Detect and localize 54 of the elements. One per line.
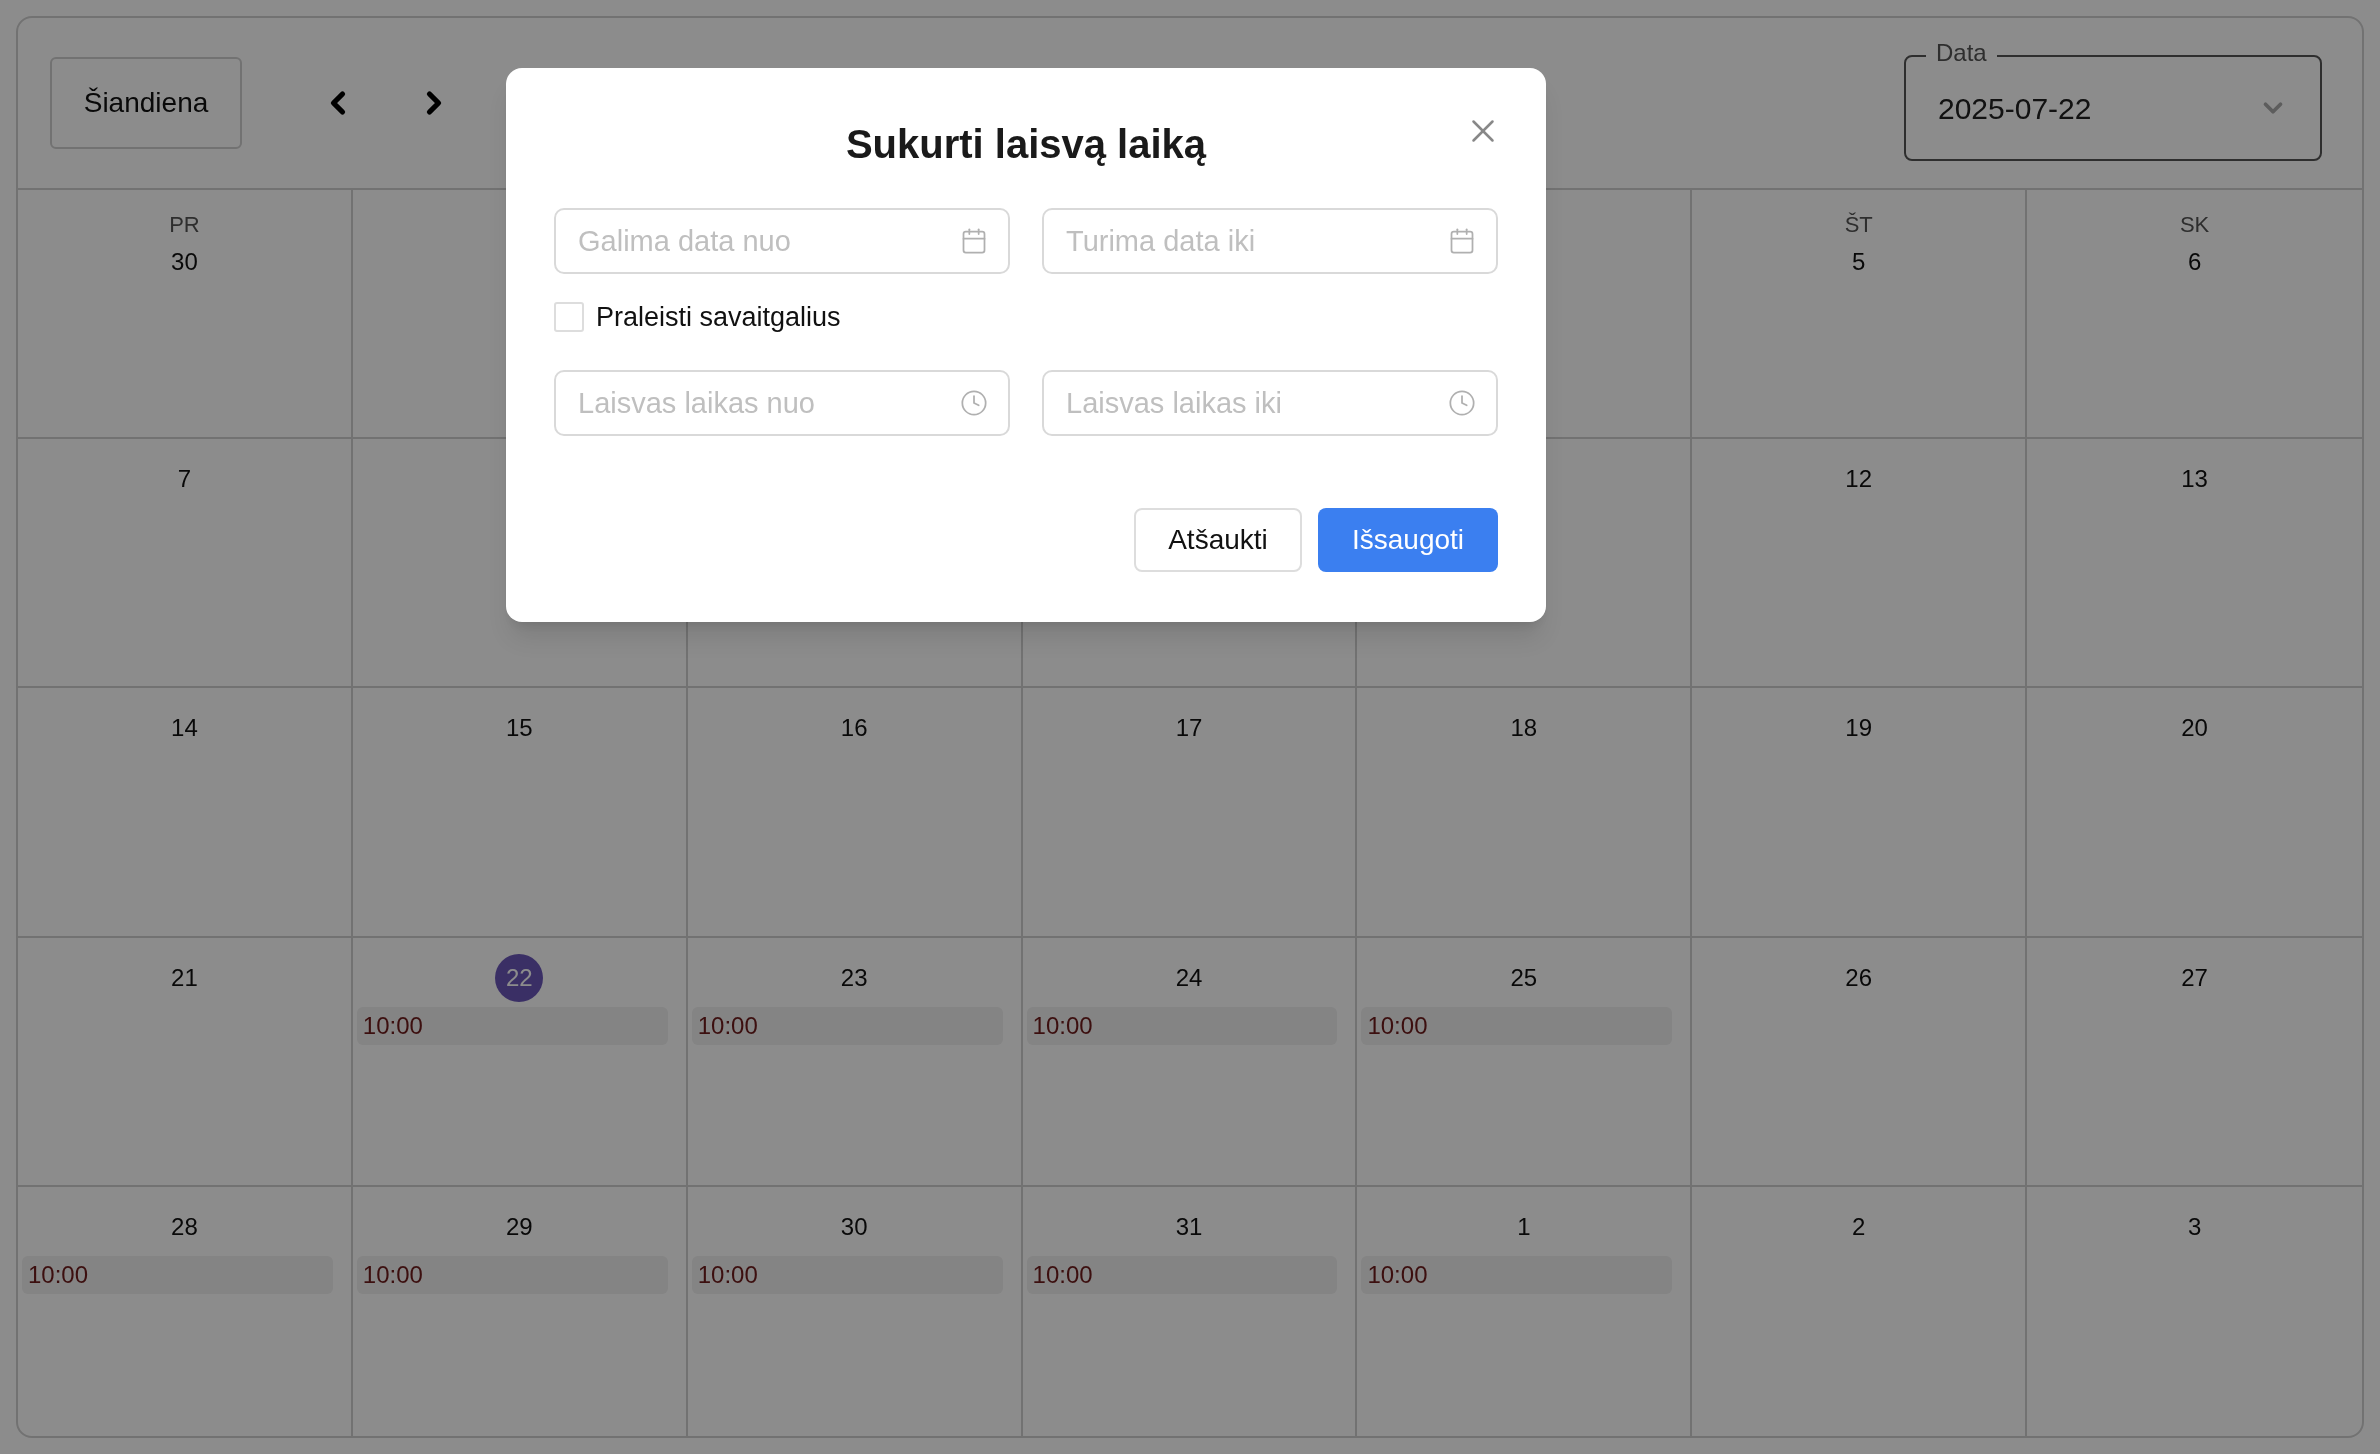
day-number[interactable]: 6	[2187, 244, 2202, 280]
checkbox[interactable]	[554, 302, 584, 332]
day-number[interactable]: 19	[1845, 710, 1873, 747]
dialog-title: Sukurti laisvą laiką	[845, 121, 1207, 168]
day-number[interactable]: 2	[1852, 1208, 1866, 1245]
day-number[interactable]: 14	[171, 710, 198, 747]
event-chip[interactable]: 10:00	[356, 1255, 668, 1294]
day-number[interactable]: 28	[171, 1208, 198, 1245]
clock-icon	[960, 389, 988, 417]
time-field[interactable]: Laisvas laikas nuo	[554, 370, 1010, 436]
day-number[interactable]: 15	[505, 710, 533, 747]
event-chip[interactable]: 10:00	[356, 1006, 668, 1045]
day-number[interactable]: 21	[171, 959, 198, 996]
day-number[interactable]: 30	[840, 1208, 868, 1245]
cancel-button[interactable]: Atšaukti	[1134, 508, 1302, 572]
today-button[interactable]: Šiandiena	[50, 57, 242, 149]
day-number[interactable]: 25	[1510, 959, 1538, 996]
day-number[interactable]: 23	[840, 959, 868, 996]
event-chip[interactable]: 10:00	[1026, 1006, 1338, 1045]
today-marker[interactable]: 22	[495, 953, 544, 1002]
calendar-icon	[960, 227, 988, 255]
clock-icon	[1448, 389, 1476, 417]
day-number[interactable]: 13	[2181, 461, 2208, 498]
day-number[interactable]: 3	[2187, 1208, 2202, 1245]
day-number[interactable]: 20	[2181, 710, 2208, 747]
weekday-label: ŠT	[1844, 212, 1873, 237]
day-number[interactable]: 17	[1175, 710, 1203, 747]
event-chip[interactable]: 10:00	[691, 1006, 1003, 1045]
day-number[interactable]: 18	[1510, 710, 1538, 747]
day-number[interactable]: 16	[840, 710, 868, 747]
day-number[interactable]: 26	[1845, 959, 1873, 996]
event-chip[interactable]: 10:00	[1026, 1255, 1338, 1294]
date-field[interactable]: Turima data iki	[1042, 208, 1498, 274]
weekday-label: PR	[169, 212, 200, 237]
checkbox-label: Praleisti savaitgalius	[596, 300, 841, 334]
day-number[interactable]: 30	[171, 244, 198, 280]
date-field[interactable]: Galima data nuo	[554, 208, 1010, 274]
event-chip[interactable]: 10:00	[691, 1255, 1003, 1294]
save-button[interactable]: Išsaugoti	[1318, 508, 1498, 572]
day-number[interactable]: 12	[1845, 461, 1873, 498]
day-number[interactable]: 7	[177, 461, 192, 498]
day-number[interactable]: 24	[1175, 959, 1203, 996]
event-chip[interactable]: 10:00	[22, 1255, 333, 1294]
event-chip[interactable]: 10:00	[1361, 1255, 1673, 1294]
time-field[interactable]: Laisvas laikas iki	[1042, 370, 1498, 436]
date-value: 2025-07-22	[1938, 90, 2093, 127]
weekday-label: SK	[2179, 212, 2210, 237]
day-number[interactable]: 5	[1852, 244, 1866, 280]
event-chip[interactable]: 10:00	[1361, 1006, 1673, 1045]
day-number[interactable]: 29	[505, 1208, 533, 1245]
calendar-icon	[1448, 227, 1476, 255]
day-number[interactable]: 27	[2181, 959, 2208, 996]
day-number[interactable]: 31	[1175, 1208, 1203, 1245]
day-number[interactable]: 1	[1517, 1208, 1531, 1245]
